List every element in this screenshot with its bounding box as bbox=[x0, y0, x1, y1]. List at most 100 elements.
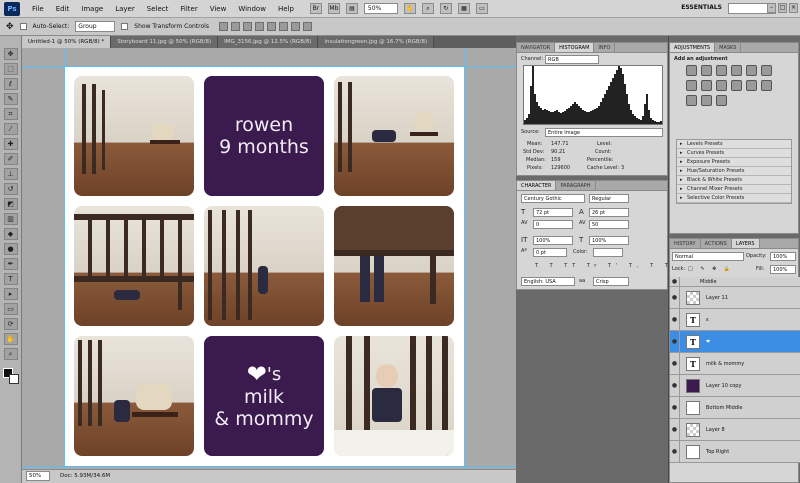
brightness-icon[interactable] bbox=[686, 65, 697, 76]
guide-vertical[interactable] bbox=[64, 48, 65, 469]
document-tab[interactable]: insulationgreen.jpg @ 16.7% (RGB/8) bbox=[318, 36, 435, 48]
preset-levels[interactable]: Levels Presets bbox=[677, 140, 791, 149]
tab-actions[interactable]: ACTIONS bbox=[701, 239, 732, 248]
type-tool-icon[interactable]: T bbox=[3, 273, 18, 285]
menu-file[interactable]: File bbox=[26, 5, 50, 13]
leading-field[interactable]: 26 pt bbox=[589, 208, 629, 217]
eye-icon[interactable]: ● bbox=[670, 396, 680, 419]
layer-row[interactable]: ● Top Right bbox=[670, 440, 800, 463]
opacity-field[interactable]: 100% bbox=[770, 252, 796, 261]
close-button[interactable]: × bbox=[789, 3, 798, 13]
preset-exposure[interactable]: Exposure Presets bbox=[677, 158, 791, 167]
blur-tool-icon[interactable]: ◆ bbox=[3, 228, 18, 240]
menu-select[interactable]: Select bbox=[141, 5, 175, 13]
photo-baby-peeking[interactable] bbox=[334, 336, 454, 456]
guide-horizontal[interactable] bbox=[22, 66, 516, 67]
kerning-field[interactable]: 0 bbox=[533, 220, 573, 229]
bridge-icon[interactable]: Br bbox=[309, 3, 322, 14]
shape-tool-icon[interactable]: ▭ bbox=[3, 303, 18, 315]
hand-icon[interactable]: ✋ bbox=[403, 3, 416, 14]
crop-tool-icon[interactable]: ⌗ bbox=[3, 108, 18, 120]
gradient-tool-icon[interactable]: ▥ bbox=[3, 213, 18, 225]
document-tab[interactable]: Storyboard 11.jpg @ 50% (RGB/8) bbox=[111, 36, 219, 48]
source-select[interactable]: Entire Image bbox=[545, 128, 663, 137]
status-zoom-field[interactable]: 50% bbox=[26, 471, 50, 481]
screen-mode-icon[interactable]: ▭ bbox=[475, 3, 488, 14]
path-select-tool-icon[interactable]: ▸ bbox=[3, 288, 18, 300]
eraser-tool-icon[interactable]: ◩ bbox=[3, 198, 18, 210]
workspace-switcher[interactable]: ESSENTIALS bbox=[681, 4, 722, 11]
align-hcenter-icon[interactable] bbox=[266, 22, 276, 31]
move-tool-icon[interactable]: ✥ bbox=[6, 22, 14, 32]
tab-history[interactable]: HISTORY bbox=[670, 239, 701, 248]
photo-horse-toy[interactable] bbox=[74, 336, 194, 456]
doc-size-info[interactable]: Doc: 5.93M/34.6M bbox=[60, 470, 110, 483]
align-vcenter-icon[interactable] bbox=[230, 22, 240, 31]
guide-horizontal[interactable] bbox=[22, 466, 516, 467]
eye-icon[interactable]: ● bbox=[670, 330, 680, 353]
align-top-icon[interactable] bbox=[218, 22, 228, 31]
channel-mixer-icon[interactable] bbox=[731, 80, 742, 91]
layer-row[interactable]: ● Bottom Middle bbox=[670, 396, 800, 419]
photo-standing-legs[interactable] bbox=[334, 206, 454, 326]
levels-icon[interactable] bbox=[701, 65, 712, 76]
eye-icon[interactable]: ● bbox=[670, 308, 680, 331]
photo-crib-horse[interactable] bbox=[74, 76, 194, 196]
photo-crib-side[interactable] bbox=[204, 206, 324, 326]
lasso-tool-icon[interactable]: ℓ bbox=[3, 78, 18, 90]
auto-align-icon[interactable] bbox=[302, 22, 312, 31]
preset-curves[interactable]: Curves Presets bbox=[677, 149, 791, 158]
align-right-icon[interactable] bbox=[278, 22, 288, 31]
preset-black-white[interactable]: Black & White Presets bbox=[677, 176, 791, 185]
mini-bridge-icon[interactable]: Mb bbox=[327, 3, 340, 14]
tab-character[interactable]: CHARACTER bbox=[517, 181, 557, 190]
preset-hue-saturation[interactable]: Hue/Saturation Presets bbox=[677, 167, 791, 176]
preset-selective-color[interactable]: Selective Color Presets bbox=[677, 194, 791, 203]
eye-icon[interactable]: ● bbox=[670, 440, 680, 463]
eye-icon[interactable]: ● bbox=[670, 418, 680, 441]
gradient-map-icon[interactable] bbox=[701, 95, 712, 106]
tab-info[interactable]: INFO bbox=[594, 43, 616, 52]
blend-mode-select[interactable]: Normal bbox=[672, 252, 744, 261]
menu-layer[interactable]: Layer bbox=[109, 5, 141, 13]
brush-tool-icon[interactable]: ✐ bbox=[3, 153, 18, 165]
antialias-select[interactable]: Crisp bbox=[593, 277, 629, 286]
zoom-level-select[interactable]: 50% bbox=[363, 3, 398, 14]
threshold-icon[interactable] bbox=[686, 95, 697, 106]
zoom-icon[interactable]: ⌕ bbox=[421, 3, 434, 14]
layer-row-selected[interactable]: ● T ❤ bbox=[670, 330, 800, 353]
eyedropper-tool-icon[interactable]: ⁄ bbox=[3, 123, 18, 135]
eye-icon[interactable]: ● bbox=[670, 286, 680, 309]
distribute-icon[interactable] bbox=[290, 22, 300, 31]
font-size-field[interactable]: 72 pt bbox=[533, 208, 573, 217]
auto-select-dropdown[interactable]: Group bbox=[75, 21, 116, 32]
dodge-tool-icon[interactable]: ● bbox=[3, 243, 18, 255]
title-tile-rowen[interactable]: rowen 9 months bbox=[204, 76, 324, 196]
menu-filter[interactable]: Filter bbox=[174, 5, 203, 13]
photo-crib-bars[interactable] bbox=[74, 206, 194, 326]
layer-row[interactable]: ● Layer 8 bbox=[670, 418, 800, 441]
minimize-button[interactable]: – bbox=[767, 3, 776, 13]
preset-channel-mixer[interactable]: Channel Mixer Presets bbox=[677, 185, 791, 194]
layer-row[interactable]: ● Middle bbox=[670, 276, 800, 287]
tab-adjustments[interactable]: ADJUSTMENTS bbox=[670, 43, 716, 52]
vibrance-icon[interactable] bbox=[746, 65, 757, 76]
auto-select-checkbox[interactable] bbox=[19, 23, 27, 30]
layer-row[interactable]: ● T s bbox=[670, 308, 800, 331]
arrange-documents-icon[interactable]: ▦ bbox=[457, 3, 470, 14]
healing-tool-icon[interactable]: ✚ bbox=[3, 138, 18, 150]
black-white-icon[interactable] bbox=[701, 80, 712, 91]
eye-icon[interactable]: ● bbox=[670, 352, 680, 375]
invert-icon[interactable] bbox=[746, 80, 757, 91]
font-family-select[interactable]: Century Gothic bbox=[521, 194, 585, 203]
color-balance-icon[interactable] bbox=[686, 80, 697, 91]
document-tab[interactable]: IMG_3156.jpg @ 12.5% (RGB/8) bbox=[218, 36, 319, 48]
selective-color-icon[interactable] bbox=[716, 95, 727, 106]
align-bottom-icon[interactable] bbox=[242, 22, 252, 31]
show-transform-checkbox[interactable] bbox=[121, 23, 129, 30]
maximize-button[interactable]: □ bbox=[778, 3, 787, 13]
zoom-tool-icon[interactable]: ⌕ bbox=[3, 348, 18, 360]
photo-filter-icon[interactable] bbox=[716, 80, 727, 91]
layer-row[interactable]: ● T milk & mommy bbox=[670, 352, 800, 375]
hand-tool-icon[interactable]: ✋ bbox=[3, 333, 18, 345]
